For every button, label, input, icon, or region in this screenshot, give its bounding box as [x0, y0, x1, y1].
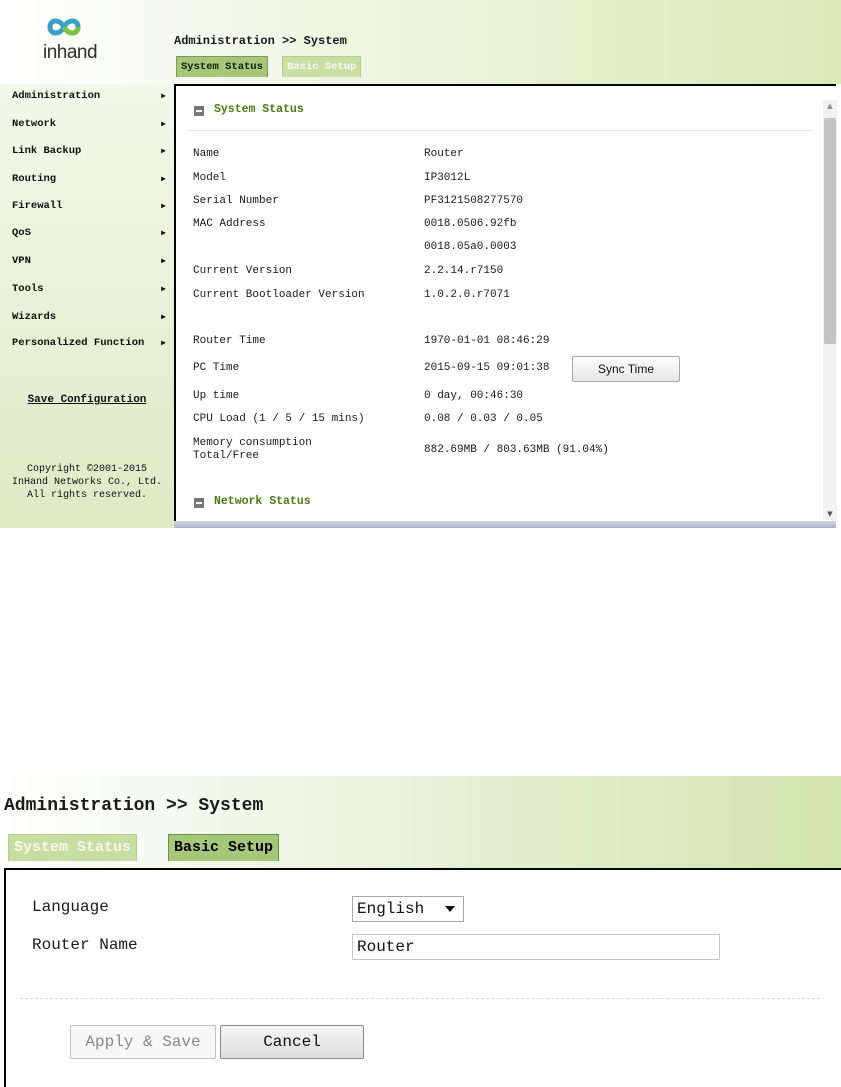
chevron-right-icon: ▶	[161, 120, 166, 129]
tab-system-status[interactable]: System Status	[8, 834, 138, 861]
tab-system-status[interactable]: System Status	[176, 56, 268, 77]
row-label: Up time	[193, 390, 240, 402]
language-label: Language	[32, 898, 109, 916]
form-divider	[20, 998, 820, 999]
sidebar-item-label: Administration	[12, 90, 101, 102]
breadcrumb: Administration >> System	[174, 34, 347, 48]
row-label: Router Time	[193, 335, 266, 347]
row-value: 1.0.2.0.r7071	[424, 289, 510, 301]
chevron-right-icon: ▶	[161, 175, 166, 184]
row-label: Name	[193, 148, 220, 160]
chevron-right-icon: ▶	[161, 229, 166, 238]
chevron-right-icon: ▶	[161, 285, 166, 294]
copyright-notice: Copyright ©2001-2015 InHand Networks Co.…	[0, 463, 174, 502]
row-value: 882.69MB / 803.63MB (91.04%)	[424, 444, 609, 456]
chevron-right-icon: ▶	[161, 202, 166, 211]
sidebar-item-administration[interactable]: Administration ▶	[12, 90, 172, 102]
sidebar-item-label: Personalized Function	[12, 337, 145, 349]
chevron-down-icon	[445, 906, 455, 912]
save-configuration-link[interactable]: Save Configuration	[0, 394, 174, 406]
chevron-right-icon: ▶	[161, 92, 166, 101]
row-value: Router	[424, 148, 464, 160]
cancel-button[interactable]: Cancel	[220, 1025, 364, 1059]
chevron-right-icon: ▶	[161, 147, 166, 156]
collapse-icon[interactable]	[194, 498, 204, 508]
tab-basic-setup[interactable]: Basic Setup	[168, 834, 280, 861]
section-title: Network Status	[214, 495, 311, 508]
row-value: 0018.0506.92fb	[424, 218, 517, 230]
row-label: PC Time	[193, 362, 240, 374]
sidebar-item-label: Link Backup	[12, 145, 82, 157]
breadcrumb: Administration >> System	[4, 796, 264, 816]
row-value: 2.2.14.r7150	[424, 265, 504, 277]
sidebar-item-label: Wizards	[12, 311, 57, 323]
row-value: 2015-09-15 09:01:38	[424, 362, 550, 374]
sidebar-item-qos[interactable]: QoS ▶	[12, 227, 172, 239]
copyright-line: Copyright ©2001-2015	[26, 464, 148, 475]
copyright-line: All rights reserved.	[26, 490, 148, 501]
sidebar-item-network[interactable]: Network ▶	[12, 118, 172, 130]
language-selected-value: English	[357, 900, 425, 918]
sidebar-item-wizards[interactable]: Wizards ▶	[12, 311, 172, 323]
sidebar-item-label: Tools	[12, 283, 44, 295]
row-label: Current Bootloader Version	[193, 289, 365, 301]
tab-basic-setup[interactable]: Basic Setup	[282, 56, 362, 77]
row-label: Current Version	[193, 265, 293, 277]
page-header: inhand Administration >> System System S…	[0, 0, 841, 84]
chevron-right-icon: ▶	[161, 339, 166, 348]
chevron-right-icon: ▶	[161, 257, 166, 266]
sidebar-item-vpn[interactable]: VPN ▶	[12, 255, 172, 267]
system-status-section-header[interactable]: System Status	[194, 103, 304, 116]
section-title: System Status	[214, 103, 304, 116]
row-value: 0.08 / 0.03 / 0.05	[424, 413, 543, 425]
sync-time-button[interactable]: Sync Time	[572, 356, 680, 382]
section-divider	[186, 130, 814, 131]
vertical-scrollbar[interactable]: ▲ ▼	[823, 100, 837, 520]
sidebar-item-label: Routing	[12, 173, 57, 185]
row-label: CPU Load (1 / 5 / 15 mins)	[193, 413, 365, 425]
system-status-screen: inhand Administration >> System System S…	[0, 0, 841, 528]
page-header: Administration >> System System Status B…	[0, 776, 841, 868]
chevron-right-icon: ▶	[161, 313, 166, 322]
inhand-logo: inhand	[32, 14, 112, 70]
logo-text: inhand	[42, 42, 98, 63]
inhand-logo-icon	[47, 18, 81, 36]
network-status-section-header[interactable]: Network Status	[194, 495, 311, 508]
scroll-down-icon[interactable]: ▼	[823, 510, 837, 518]
scrollbar-thumb[interactable]	[824, 118, 836, 344]
sidebar-item-label: QoS	[12, 227, 31, 239]
language-select[interactable]: English	[352, 896, 464, 922]
sidebar: Administration ▶ Network ▶ Link Backup ▶ Ro…	[0, 84, 174, 528]
sidebar-item-label: Network	[12, 118, 57, 130]
row-value: 0018.05a0.0003	[424, 241, 517, 253]
apply-save-button[interactable]: Apply & Save	[70, 1025, 216, 1059]
row-label: Memory consumption Total/Free	[193, 437, 312, 462]
copyright-line: InHand Networks Co., Ltd.	[11, 477, 163, 488]
row-label: Model	[193, 172, 227, 184]
basic-setup-screen: Administration >> System System Status B…	[0, 776, 841, 1087]
router-name-input[interactable]: Router	[352, 934, 720, 960]
sidebar-item-link-backup[interactable]: Link Backup ▶	[12, 145, 172, 157]
sidebar-item-routing[interactable]: Routing ▶	[12, 173, 172, 185]
scroll-up-icon[interactable]: ▲	[823, 102, 837, 110]
collapse-icon[interactable]	[194, 106, 204, 116]
sidebar-item-label: VPN	[12, 255, 31, 267]
window-bottom-bar	[174, 521, 836, 528]
row-value: 0 day, 00:46:30	[424, 390, 524, 402]
row-label: Serial Number	[193, 195, 279, 207]
row-value: 1970-01-01 08:46:29	[424, 335, 550, 347]
row-value: PF3121508277570	[424, 195, 524, 207]
row-label: MAC Address	[193, 218, 266, 230]
sidebar-item-personalized-function[interactable]: Personalized Function ▶	[12, 337, 172, 349]
router-name-label: Router Name	[32, 936, 138, 954]
sidebar-item-firewall[interactable]: Firewall ▶	[12, 200, 172, 212]
row-value: IP3012L	[424, 172, 471, 184]
sidebar-item-label: Firewall	[12, 200, 63, 212]
sidebar-item-tools[interactable]: Tools ▶	[12, 283, 172, 295]
